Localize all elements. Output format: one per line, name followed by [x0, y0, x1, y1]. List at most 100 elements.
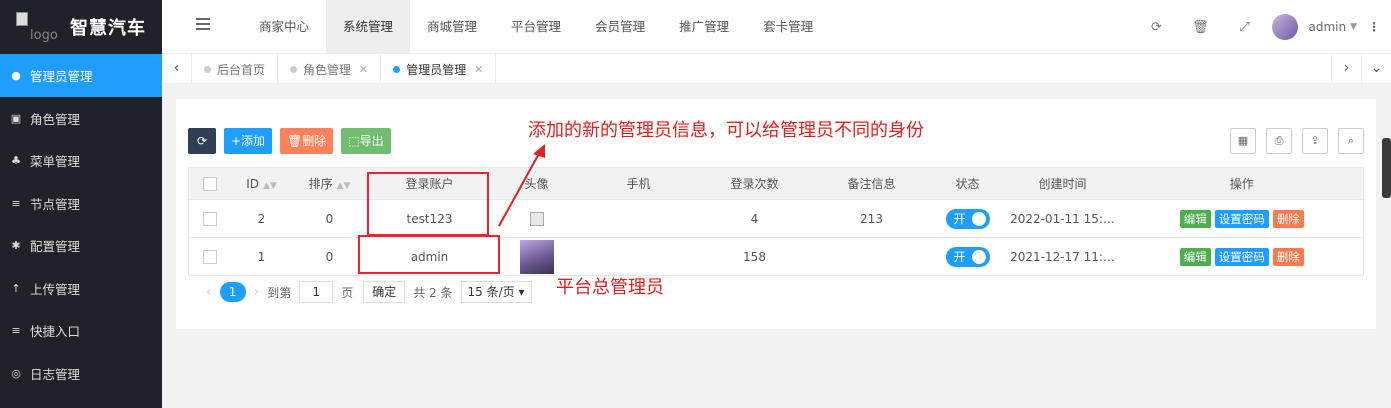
- close-icon[interactable]: ✕: [474, 63, 483, 76]
- annotation-text-top: 添加的新的管理员信息，可以给管理员不同的身份: [528, 120, 924, 141]
- scrollbar[interactable]: [1382, 138, 1391, 198]
- goto-label: 到第: [267, 285, 292, 300]
- top-nav-item[interactable]: 系统管理: [326, 0, 411, 54]
- set-password-button[interactable]: 设置密码: [1214, 247, 1269, 266]
- page-tab[interactable]: 角色管理 ✕: [278, 54, 382, 84]
- cell-avatar: [492, 237, 581, 276]
- chevron-down-icon[interactable]: ▼: [1350, 22, 1357, 32]
- cell-sort: 0: [292, 237, 367, 276]
- avatar[interactable]: [1272, 14, 1299, 40]
- top-nav-item[interactable]: 推广管理: [662, 0, 746, 54]
- log-icon: ◎: [11, 366, 21, 380]
- top-nav-item[interactable]: 平台管理: [494, 0, 578, 54]
- sidebar-item[interactable]: ≡ 快捷入口: [0, 310, 162, 353]
- edit-button[interactable]: 编辑: [1179, 247, 1211, 266]
- chevron-down-icon[interactable]: ⌄: [1361, 54, 1391, 84]
- close-icon[interactable]: ✕: [359, 63, 368, 76]
- top-nav-item[interactable]: 套卡管理: [746, 0, 830, 54]
- cell-phone: [580, 199, 697, 238]
- refresh-icon[interactable]: ⟳: [1134, 20, 1178, 35]
- sidebar-item-label: 管理员管理: [30, 69, 93, 84]
- export-icon[interactable]: ⇪: [1302, 128, 1328, 154]
- prev-page-icon[interactable]: ‹: [206, 284, 212, 300]
- page-unit-label: 页: [341, 285, 354, 300]
- page-tab[interactable]: 后台首页: [192, 54, 279, 84]
- delete-row-button[interactable]: 删除: [1272, 247, 1304, 266]
- columns-icon[interactable]: ▦: [1230, 128, 1256, 154]
- fullscreen-icon[interactable]: ⤢: [1222, 20, 1266, 35]
- sidebar-item[interactable]: ● 管理员管理: [0, 54, 162, 97]
- logo-alt-text: logo: [30, 28, 58, 43]
- col-sort: 排序 ▲▼: [292, 167, 367, 200]
- confirm-button[interactable]: 确定: [363, 281, 406, 303]
- broken-image-icon: [16, 12, 28, 26]
- sidebar-item-label: 快捷入口: [30, 324, 81, 340]
- col-id: ID ▲▼: [230, 167, 293, 200]
- row-checkbox[interactable]: [188, 237, 231, 276]
- set-password-button[interactable]: 设置密码: [1214, 209, 1269, 228]
- sidebar-item[interactable]: ♣ 菜单管理: [0, 140, 162, 183]
- search-icon[interactable]: ⌕: [1338, 128, 1364, 154]
- edit-button[interactable]: 编辑: [1179, 209, 1211, 228]
- row-checkbox[interactable]: [188, 199, 231, 238]
- tab-label: 角色管理: [303, 62, 352, 77]
- top-nav-item[interactable]: 会员管理: [578, 0, 662, 54]
- list-icon: ≡: [11, 324, 21, 338]
- page-size-select[interactable]: 15 条/页 ▾: [460, 281, 532, 303]
- next-page-icon[interactable]: ›: [254, 284, 260, 300]
- cell-logins: 4: [696, 199, 813, 238]
- cell-created: 2022-01-11 15:…: [1004, 199, 1121, 238]
- table-toolbar: ⟳ +添加 🗑删除 ⬚导出: [188, 128, 399, 154]
- top-nav-item[interactable]: 商城管理: [410, 0, 494, 54]
- status-toggle[interactable]: 开: [945, 246, 990, 267]
- annotation-text-bottom: 平台总管理员: [556, 277, 664, 298]
- sort-icon[interactable]: ▲▼: [337, 181, 351, 191]
- sidebar-item[interactable]: ✱ 配置管理: [0, 225, 162, 268]
- delete-row-button[interactable]: 删除: [1272, 209, 1304, 228]
- sidebar: logo 智慧汽车 ● 管理员管理 ▣ 角色管理 ♣ 菜单管理 ≡ 节点管理 ✱ 配置管理 ↑ 上传管…: [0, 0, 162, 408]
- export-button[interactable]: ⬚导出: [341, 128, 391, 154]
- chevron-left-icon[interactable]: ‹: [162, 54, 192, 84]
- table-row: 2 0 test123 4 213 开 2022-01-11 15:… 编辑 设置密码 删除: [188, 199, 1364, 238]
- sidebar-item-label: 角色管理: [30, 111, 81, 127]
- status-toggle[interactable]: 开: [945, 208, 990, 229]
- page-input[interactable]: 1: [299, 281, 334, 303]
- trash-icon[interactable]: 🗑: [1178, 20, 1222, 35]
- cell-remark: 213: [812, 199, 931, 238]
- print-icon[interactable]: ⎙: [1266, 128, 1292, 154]
- cell-id: 1: [230, 237, 293, 276]
- page-tab[interactable]: 管理员管理 ✕: [381, 54, 497, 84]
- refresh-button[interactable]: ⟳: [188, 128, 216, 154]
- menu-toggle-icon[interactable]: [196, 18, 210, 32]
- delete-button[interactable]: 🗑删除: [280, 128, 334, 154]
- current-page[interactable]: 1: [219, 282, 246, 302]
- role-icon: ▣: [10, 111, 22, 125]
- person-icon: ●: [11, 69, 21, 82]
- col-remark: 备注信息: [812, 167, 931, 200]
- logo-image: logo: [14, 12, 64, 43]
- table-tools: ▦ ⎙ ⇪ ⌕: [1220, 128, 1364, 154]
- top-nav: 商家中心 系统管理 商城管理 平台管理 会员管理 推广管理 套卡管理: [242, 0, 830, 54]
- more-icon[interactable]: ⋮: [1357, 20, 1391, 34]
- sidebar-item[interactable]: ▣ 角色管理: [0, 97, 162, 140]
- select-all-checkbox[interactable]: [188, 167, 231, 200]
- col-phone: 手机: [580, 167, 697, 200]
- cell-sort: 0: [292, 199, 367, 238]
- add-button[interactable]: +添加: [224, 128, 273, 154]
- chevron-right-icon[interactable]: ›: [1331, 54, 1361, 84]
- cell-created: 2021-12-17 11:…: [1004, 237, 1121, 276]
- tab-label: 管理员管理: [406, 62, 467, 77]
- sidebar-item-label: 配置管理: [30, 239, 81, 255]
- top-nav-item[interactable]: 商家中心: [242, 0, 326, 54]
- sidebar-item[interactable]: ◎ 日志管理: [0, 352, 162, 395]
- sort-icon[interactable]: ▲▼: [263, 181, 277, 191]
- sidebar-item-label: 节点管理: [30, 196, 81, 212]
- annotation-arrow: [498, 144, 545, 227]
- username[interactable]: admin: [1308, 20, 1346, 34]
- tree-icon: ♣: [11, 154, 21, 168]
- cell-phone: [580, 237, 697, 276]
- col-actions: 操作: [1120, 167, 1364, 200]
- sidebar-item[interactable]: ≡ 节点管理: [0, 182, 162, 225]
- sidebar-item[interactable]: ↑ 上传管理: [0, 267, 162, 310]
- avatar: [519, 239, 554, 274]
